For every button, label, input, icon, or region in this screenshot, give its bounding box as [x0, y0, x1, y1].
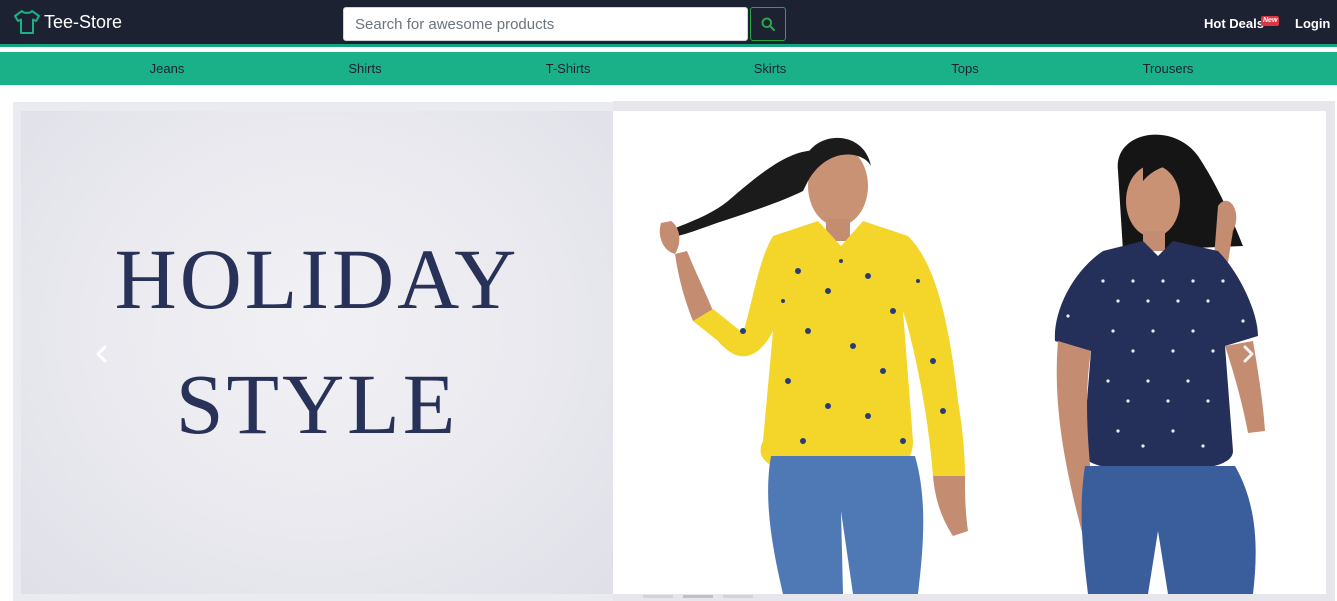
hot-deals-link[interactable]: Hot Deals — [1204, 16, 1264, 31]
category-jeans[interactable]: Jeans — [150, 61, 185, 76]
tshirt-icon — [14, 10, 40, 34]
top-navbar: Tee-Store Hot Deals New Login — [0, 0, 1337, 47]
chevron-right-icon — [1243, 345, 1254, 363]
carousel-next-button[interactable] — [1238, 340, 1258, 368]
banner-headline-line2: STYLE — [175, 356, 459, 452]
carousel-indicator-3[interactable] — [723, 595, 753, 598]
models-photo — [613, 111, 1326, 594]
models-illustration — [659, 134, 1265, 594]
search-button[interactable] — [750, 7, 786, 41]
carousel-indicator-2[interactable] — [683, 595, 713, 598]
login-link[interactable]: Login — [1295, 16, 1330, 31]
category-nav: Jeans Shirts T-Shirts Skirts Tops Trouse… — [0, 52, 1337, 85]
brand-name: Tee-Store — [44, 12, 123, 32]
category-t-shirts[interactable]: T-Shirts — [546, 61, 591, 76]
category-skirts[interactable]: Skirts — [754, 61, 787, 76]
brand-link[interactable]: Tee-Store — [13, 9, 122, 35]
category-trousers[interactable]: Trousers — [1143, 61, 1194, 76]
carousel-prev-button[interactable] — [92, 340, 112, 368]
carousel-indicator-1[interactable] — [643, 595, 673, 598]
chevron-left-icon — [96, 345, 107, 363]
search-icon — [761, 17, 775, 31]
banner-headline-line1: HOLIDAY — [114, 231, 520, 327]
model-navy-top — [1054, 134, 1265, 594]
search-input[interactable] — [343, 7, 748, 41]
model-yellow-shirt — [659, 137, 968, 594]
category-tops[interactable]: Tops — [951, 61, 978, 76]
new-badge: New — [1261, 16, 1280, 26]
category-shirts[interactable]: Shirts — [348, 61, 381, 76]
